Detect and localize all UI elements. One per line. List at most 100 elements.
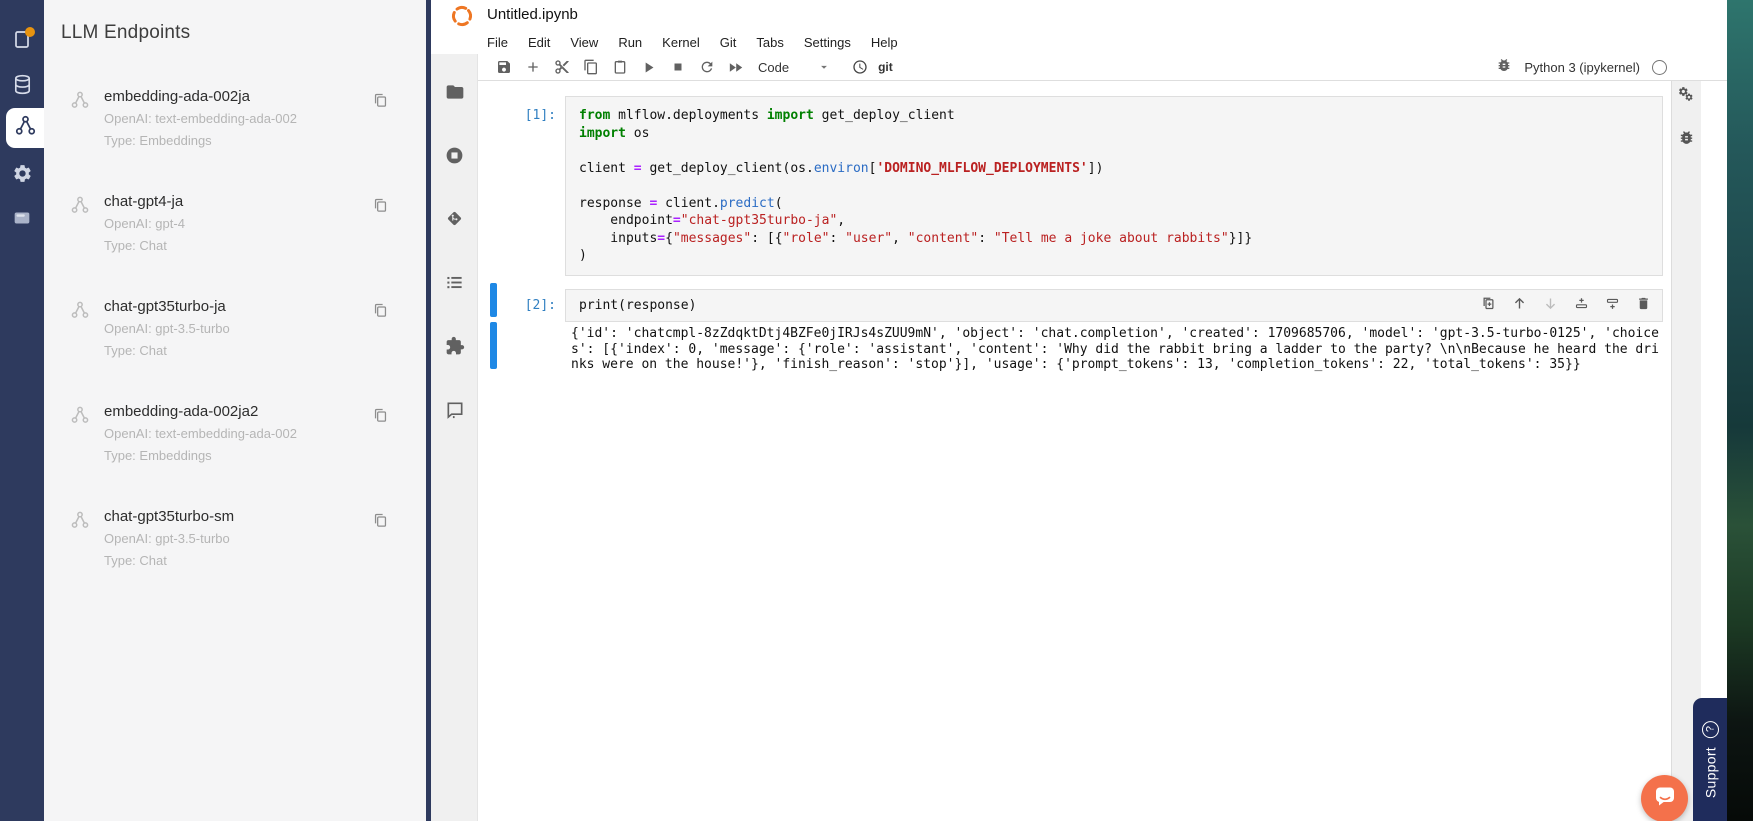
insert-cell-button[interactable] [518,55,547,79]
sidebar-item-endpoints-active[interactable] [6,108,44,148]
extension-manager-tab[interactable] [431,330,478,362]
debugger-bug-icon[interactable] [1496,57,1512,78]
file-browser-tab[interactable] [431,76,478,108]
interrupt-kernel-button[interactable] [663,55,692,79]
comment-icon [445,400,465,420]
execution-time-icon[interactable] [845,55,874,79]
gears-icon [1677,86,1697,111]
endpoint-list-item[interactable]: embedding-ada-002ja2 OpenAI: text-embedd… [44,403,426,508]
kernel-name[interactable]: Python 3 (ipykernel) [1524,60,1640,75]
run-cell-button[interactable] [634,55,663,79]
copy-endpoint-button[interactable] [368,193,392,217]
code-cell-2: [2]: print(response) [478,289,1697,323]
notebook-content-area: [1]: from mlflow.deployments import get_… [478,81,1697,821]
menu-view[interactable]: View [560,35,608,50]
app-root: LLM Endpoints embedding-ada-002ja OpenAI… [0,0,1753,821]
sidebar-item-projects[interactable] [0,21,44,61]
cell-2-editor[interactable]: print(response) [565,289,1663,323]
endpoint-type: Type: Embeddings [104,133,212,148]
sidebar-item-data[interactable] [0,67,44,107]
cut-cells-button[interactable] [547,55,576,79]
save-button[interactable] [489,55,518,79]
insert-cell-above-button[interactable] [1573,295,1590,312]
menu-file[interactable]: File [477,35,518,50]
support-label: Support [1702,747,1718,798]
notebook-toolbar: Code git Python 3 (ipykernel) [431,54,1727,81]
menu-kernel[interactable]: Kernel [652,35,710,50]
execution-prompt-1: [1]: [510,96,565,125]
kernel-status-indicator[interactable] [1652,60,1667,75]
endpoint-name: chat-gpt35turbo-sm [104,508,234,525]
debugger-tab[interactable] [1672,127,1701,153]
property-inspector-tab[interactable] [1672,85,1701,111]
running-kernels-tab[interactable] [431,139,478,171]
endpoint-provider: OpenAI: text-embedding-ada-002 [104,426,297,441]
endpoint-list-item[interactable]: chat-gpt4-ja OpenAI: gpt-4 Type: Chat [44,193,426,298]
help-question-icon: ? [1702,721,1719,738]
copy-endpoint-button[interactable] [368,508,392,532]
chevron-down-icon [817,60,831,74]
cell-2-source: print(response) [579,298,696,313]
support-tab[interactable]: Support ? [1693,698,1727,821]
copy-cells-button[interactable] [576,55,605,79]
menu-edit[interactable]: Edit [518,35,560,50]
code-cell-1: [1]: from mlflow.deployments import get_… [478,96,1697,276]
menu-help[interactable]: Help [861,35,908,50]
panel-divider [426,0,431,821]
left-tab-strip [431,54,478,821]
endpoint-list-item[interactable]: chat-gpt35turbo-ja OpenAI: gpt-3.5-turbo… [44,298,426,403]
endpoint-list-item[interactable]: chat-gpt35turbo-sm OpenAI: gpt-3.5-turbo… [44,508,426,613]
chat-panel-tab[interactable] [431,394,478,426]
menu-settings[interactable]: Settings [794,35,861,50]
endpoint-type: Type: Embeddings [104,448,212,463]
endpoint-provider: OpenAI: gpt-4 [104,216,185,231]
endpoint-type: Type: Chat [104,553,167,568]
move-cell-up-button[interactable] [1511,295,1528,312]
endpoints-panel: LLM Endpoints embedding-ada-002ja OpenAI… [44,0,426,821]
cell-toolbar [1480,295,1652,312]
endpoint-name: chat-gpt4-ja [104,193,183,210]
endpoint-name: chat-gpt35turbo-ja [104,298,226,315]
paste-cells-button[interactable] [605,55,634,79]
menu-bar: FileEditViewRunKernelGitTabsSettingsHelp [477,30,908,54]
output-collapser[interactable] [490,322,497,369]
move-cell-down-button[interactable] [1542,295,1559,312]
duplicate-cell-button[interactable] [1480,295,1497,312]
git-tab[interactable] [431,202,478,234]
cell-type-dropdown[interactable]: Code [758,60,831,75]
chat-bubble-icon [1652,783,1678,814]
git-toolbar-label[interactable]: git [878,60,893,74]
restart-run-all-button[interactable] [721,55,750,79]
stop-circle-icon [444,145,465,166]
copy-endpoint-button[interactable] [368,298,392,322]
menu-git[interactable]: Git [710,35,747,50]
cell-1-editor[interactable]: from mlflow.deployments import get_deplo… [565,96,1663,276]
delete-cell-button[interactable] [1635,295,1652,312]
bug-icon [1678,129,1695,151]
menu-run[interactable]: Run [608,35,652,50]
share-network-icon [14,114,37,142]
card-icon [11,207,33,234]
endpoint-provider: OpenAI: text-embedding-ada-002 [104,111,297,126]
endpoint-provider: OpenAI: gpt-3.5-turbo [104,531,230,546]
git-diamond-icon [444,208,465,229]
list-icon [445,273,464,292]
insert-cell-below-button[interactable] [1604,295,1621,312]
sidebar-item-settings[interactable] [0,156,44,196]
endpoint-name: embedding-ada-002ja2 [104,403,258,420]
panel-title: LLM Endpoints [61,22,190,44]
table-of-contents-tab[interactable] [431,266,478,298]
copy-endpoint-button[interactable] [368,403,392,427]
endpoint-provider: OpenAI: gpt-3.5-turbo [104,321,230,336]
copy-endpoint-button[interactable] [368,88,392,112]
domino-logo-icon [450,4,474,33]
chat-launcher-button[interactable] [1641,775,1688,821]
restart-kernel-button[interactable] [692,55,721,79]
menu-tabs[interactable]: Tabs [746,35,793,50]
output-text: {'id': 'chatcmpl-8zZdqktDtj4BZFe0jIRJs4s… [571,326,1697,373]
endpoint-list: embedding-ada-002ja OpenAI: text-embeddi… [44,88,426,613]
sidebar-item-environments[interactable] [0,200,44,240]
endpoint-list-item[interactable]: embedding-ada-002ja OpenAI: text-embeddi… [44,88,426,193]
input-collapser[interactable] [490,283,497,317]
share-network-icon [70,195,90,220]
